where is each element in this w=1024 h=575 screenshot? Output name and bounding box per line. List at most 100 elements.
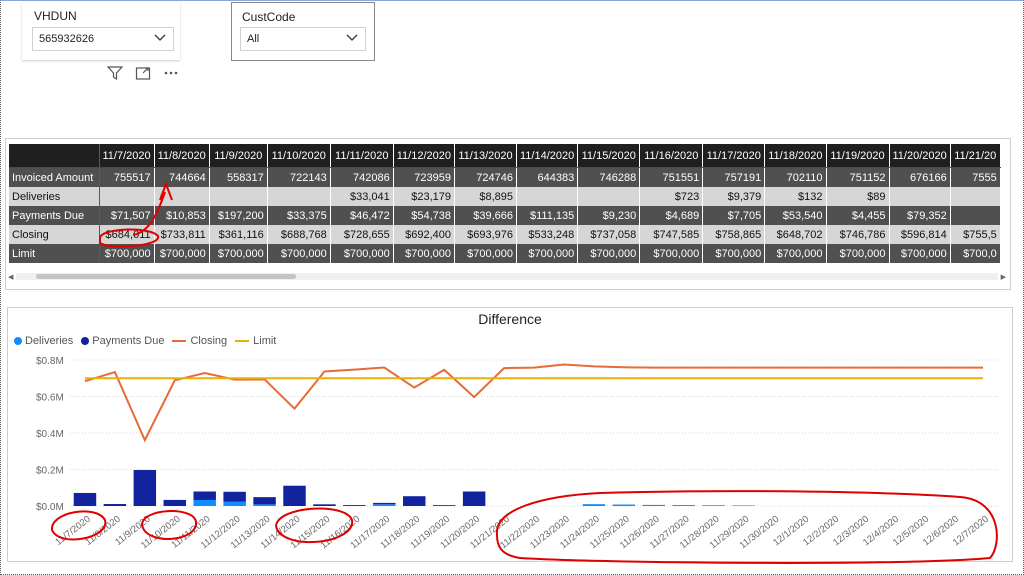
matrix-cell[interactable]: $54,738 (393, 206, 456, 225)
matrix-cell[interactable]: $533,248 (516, 225, 579, 244)
matrix-cell[interactable]: $23,179 (393, 187, 456, 206)
matrix-cell[interactable]: 702110 (764, 167, 827, 187)
matrix-cell[interactable]: 751551 (639, 167, 704, 187)
matrix-cell[interactable]: $700,000 (209, 244, 268, 263)
matrix-column-header[interactable]: 11/20/2020 (889, 144, 951, 168)
payments-due-bar[interactable] (313, 504, 336, 506)
matrix-cell[interactable] (516, 187, 579, 206)
matrix-row-header[interactable]: Deliveries (9, 187, 100, 206)
matrix-cell[interactable]: $684,011 (99, 225, 155, 244)
matrix-cell[interactable]: $39,666 (454, 206, 517, 225)
matrix-cell[interactable]: $700,000 (826, 244, 890, 263)
matrix-cell[interactable]: $728,655 (330, 225, 394, 244)
scroll-left-icon[interactable]: ◀ (8, 273, 13, 281)
matrix-cell[interactable]: $9,379 (702, 187, 766, 206)
payments-due-bar[interactable] (253, 497, 276, 505)
matrix-cell[interactable]: $700,000 (454, 244, 517, 263)
matrix-cell[interactable]: 676166 (889, 167, 951, 187)
matrix-column-header[interactable]: 11/9/2020 (209, 144, 268, 168)
deliveries-bar[interactable] (253, 504, 276, 506)
vhdun-dropdown[interactable]: 565932626 (32, 27, 174, 51)
payments-due-bar[interactable] (343, 505, 366, 506)
matrix-cell[interactable]: $733,811 (154, 225, 210, 244)
matrix-column-header[interactable]: 11/14/2020 (516, 144, 579, 168)
matrix-column-header[interactable]: 11/13/2020 (454, 144, 517, 168)
matrix-row-header[interactable]: Closing (9, 225, 100, 244)
matrix-cell[interactable]: $79,352 (889, 206, 951, 225)
matrix-cell[interactable]: $361,116 (209, 225, 268, 244)
matrix-cell[interactable]: $700,000 (267, 244, 331, 263)
deliveries-bar[interactable] (732, 505, 755, 506)
matrix-cell[interactable]: $648,702 (764, 225, 827, 244)
matrix-cell[interactable]: 724746 (454, 167, 517, 187)
matrix-cell[interactable] (154, 187, 210, 206)
matrix-cell[interactable]: $723 (639, 187, 704, 206)
matrix-cell[interactable]: $33,041 (330, 187, 394, 206)
payments-due-bar[interactable] (103, 504, 127, 506)
payments-due-bar[interactable] (163, 499, 186, 506)
deliveries-bar[interactable] (672, 505, 695, 506)
custcode-dropdown[interactable]: All (240, 27, 366, 51)
matrix-cell[interactable]: $700,0 (950, 244, 1001, 263)
matrix-cell[interactable]: $596,814 (889, 225, 951, 244)
matrix-cell[interactable]: 722143 (267, 167, 331, 187)
matrix-cell[interactable]: $700,000 (702, 244, 766, 263)
matrix-cell[interactable] (889, 187, 951, 206)
matrix-cell[interactable]: $33,375 (267, 206, 331, 225)
matrix-cell[interactable]: $700,000 (639, 244, 704, 263)
matrix-cell[interactable]: $10,853 (154, 206, 210, 225)
matrix-cell[interactable]: $700,000 (764, 244, 827, 263)
matrix-cell[interactable]: $692,400 (393, 225, 456, 244)
deliveries-bar[interactable] (223, 501, 246, 506)
more-options-icon[interactable] (163, 66, 179, 80)
deliveries-bar[interactable] (702, 505, 725, 506)
matrix-cell[interactable]: $111,135 (516, 206, 579, 225)
matrix-column-header[interactable]: 11/19/2020 (826, 144, 890, 168)
matrix-cell[interactable] (209, 187, 268, 206)
matrix-column-header[interactable]: 11/15/2020 (577, 144, 641, 168)
deliveries-bar[interactable] (193, 499, 216, 506)
matrix-cell[interactable]: 7555 (950, 167, 1001, 187)
matrix-column-header[interactable]: 11/7/2020 (99, 144, 155, 168)
matrix-cell[interactable]: $746,786 (826, 225, 890, 244)
matrix-cell[interactable]: $688,768 (267, 225, 331, 244)
matrix-cell[interactable] (950, 206, 1001, 225)
focus-mode-icon[interactable] (135, 66, 151, 80)
horizontal-scrollbar[interactable]: ◀ ▶ (8, 273, 1006, 281)
matrix-cell[interactable]: $7,705 (702, 206, 766, 225)
matrix-cell[interactable]: $700,000 (516, 244, 579, 263)
matrix-cell[interactable]: $700,000 (330, 244, 394, 263)
matrix-cell[interactable]: 644383 (516, 167, 579, 187)
matrix-cell[interactable]: $758,865 (702, 225, 766, 244)
matrix-cell[interactable]: 751152 (826, 167, 890, 187)
payments-due-bar[interactable] (73, 492, 97, 506)
matrix-cell[interactable]: 723959 (393, 167, 456, 187)
payments-due-bar[interactable] (403, 496, 426, 506)
deliveries-bar[interactable] (373, 504, 396, 506)
matrix-column-header[interactable]: 11/8/2020 (154, 144, 210, 168)
payments-due-bar[interactable] (462, 491, 486, 506)
matrix-cell[interactable] (950, 187, 1001, 206)
matrix-cell[interactable]: $700,000 (393, 244, 456, 263)
matrix-cell[interactable]: 558317 (209, 167, 268, 187)
matrix-column-header[interactable]: 11/21/20 (950, 144, 1001, 168)
matrix-cell[interactable]: $8,895 (454, 187, 517, 206)
matrix-cell[interactable] (267, 187, 331, 206)
matrix-cell[interactable]: $132 (764, 187, 827, 206)
matrix-scroll-area[interactable]: 11/7/2020 11/8/2020 11/9/2020 11/10/2020 11/… (9, 144, 1005, 269)
matrix-cell[interactable]: $700,000 (577, 244, 641, 263)
matrix-cell[interactable]: $46,472 (330, 206, 394, 225)
matrix-row-header[interactable]: Invoiced Amount (9, 167, 100, 187)
matrix-column-header[interactable]: 11/10/2020 (267, 144, 331, 168)
matrix-column-header[interactable]: 11/18/2020 (764, 144, 827, 168)
scrollbar-thumb[interactable] (36, 274, 296, 279)
matrix-cell[interactable]: $9,230 (577, 206, 641, 225)
matrix-cell[interactable]: 744664 (154, 167, 210, 187)
matrix-cell[interactable]: $700,000 (99, 244, 155, 263)
matrix-cell[interactable]: $700,000 (889, 244, 951, 263)
matrix-cell[interactable] (577, 187, 641, 206)
matrix-cell[interactable]: $71,507 (99, 206, 155, 225)
matrix-cell[interactable]: $693,976 (454, 225, 517, 244)
filter-icon[interactable] (107, 66, 123, 80)
deliveries-bar[interactable] (612, 504, 636, 506)
